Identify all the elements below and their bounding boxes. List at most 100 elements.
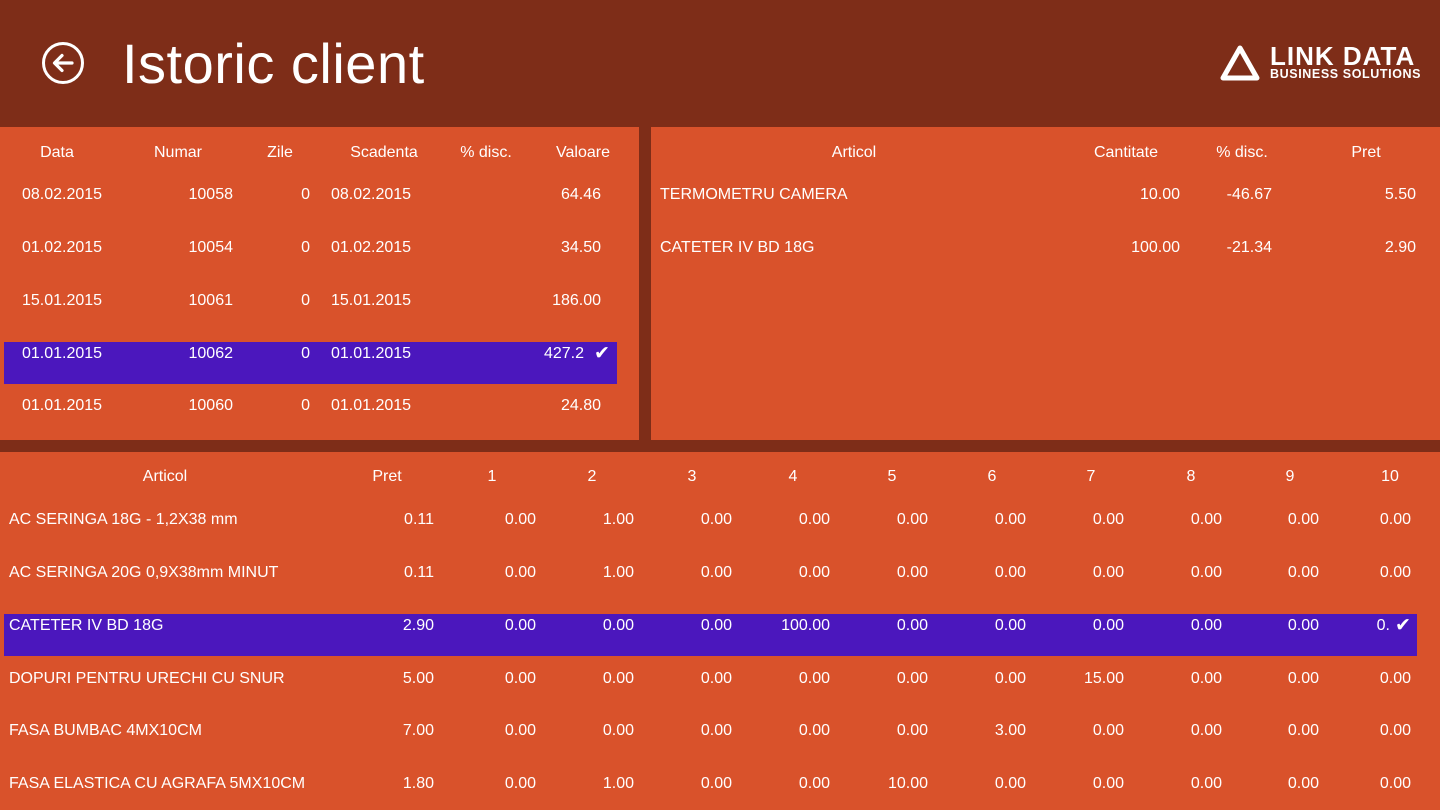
history-period-2-value: 1.00	[602, 511, 634, 528]
history-period-3-value: 0.00	[700, 564, 732, 581]
col-header-articol: Articol	[142, 468, 188, 485]
history-period-2-value: 0.00	[602, 722, 634, 739]
history-period-4-value: 0.00	[798, 775, 830, 792]
history-row-selected[interactable]: CATETER IV BD 18G 2.90 0.00 0.00 0.00 100.00 0…	[4, 614, 1417, 656]
col-header-disc: % disc.	[460, 144, 512, 161]
history-period-10-value: 0.	[1376, 617, 1390, 634]
history-period-8-value: 0.00	[1190, 617, 1222, 634]
invoice-number: 10054	[188, 239, 234, 256]
invoice-due-date: 01.02.2015	[331, 239, 412, 256]
invoice-row[interactable]: 01.01.2015 10060 0 01.01.2015 24.80	[4, 387, 621, 429]
history-item-price: 1.80	[402, 775, 434, 792]
invoice-date: 01.02.2015	[22, 239, 103, 256]
invoice-row-selected[interactable]: 01.01.2015 10062 0 01.01.2015 427.2 ✔	[4, 342, 617, 384]
invoice-items-panel: Articol Cantitate % disc. Pret TERMOMETR…	[651, 127, 1440, 440]
app-header: Istoric client LINK DATA BUSINESS SOLUTI…	[0, 0, 1440, 126]
history-period-5-value: 10.00	[887, 775, 928, 792]
back-button[interactable]	[41, 41, 85, 85]
history-period-3-value: 0.00	[700, 775, 732, 792]
invoice-number: 10061	[188, 292, 234, 309]
history-period-7-value: 0.00	[1092, 564, 1124, 581]
history-period-7-value: 0.00	[1092, 775, 1124, 792]
history-period-4-value: 0.00	[798, 722, 830, 739]
history-period-1-value: 0.00	[504, 775, 536, 792]
history-period-9-value: 0.00	[1287, 775, 1319, 792]
history-item-price: 0.11	[404, 511, 434, 528]
history-row[interactable]: AC SERINGA 18G - 1,2X38 mm 0.11 0.00 1.00 0.…	[4, 500, 1434, 542]
history-period-10-value: 0.00	[1379, 722, 1411, 739]
history-period-7-value: 15.00	[1083, 670, 1124, 687]
item-name: TERMOMETRU CAMERA	[660, 186, 848, 203]
history-period-8-value: 0.00	[1190, 564, 1222, 581]
item-name: CATETER IV BD 18G	[660, 239, 815, 256]
invoice-row[interactable]: 01.02.2015 10054 0 01.02.2015 34.50	[4, 228, 621, 270]
history-period-5-value: 0.00	[896, 564, 928, 581]
col-header-scadenta: Scadenta	[350, 144, 418, 161]
history-period-6-value: 0.00	[994, 564, 1026, 581]
item-discount: -21.34	[1226, 239, 1272, 256]
item-quantity: 10.00	[1139, 186, 1180, 203]
item-quantity: 100.00	[1131, 239, 1180, 256]
history-period-9-value: 0.00	[1287, 564, 1319, 581]
invoice-days: 0	[301, 186, 310, 203]
history-item-price: 7.00	[402, 722, 434, 739]
history-row[interactable]: DOPURI PENTRU URECHI CU SNUR 5.00 0.00 0.00…	[4, 659, 1434, 701]
logo-text: LINK DATA	[1270, 41, 1416, 71]
history-period-9-value: 0.00	[1287, 617, 1319, 634]
history-period-4-value: 0.00	[798, 670, 830, 687]
history-period-6-value: 0.00	[994, 775, 1026, 792]
logo-subtext: BUSINESS SOLUTIONS	[1270, 67, 1422, 81]
history-period-4-value: 0.00	[798, 511, 830, 528]
checkmark-icon: ✔	[594, 343, 610, 364]
history-item-price: 2.90	[402, 617, 434, 634]
invoice-value: 186.00	[552, 292, 601, 309]
history-period-8-value: 0.00	[1190, 511, 1222, 528]
history-period-10-value: 0.00	[1379, 564, 1411, 581]
invoice-value: 34.50	[560, 239, 601, 256]
invoice-row[interactable]: 15.01.2015 10061 0 15.01.2015 186.00	[4, 281, 621, 323]
history-row[interactable]: FASA BUMBAC 4MX10CM 7.00 0.00 0.00 0.00 0.00 0…	[4, 711, 1434, 753]
history-period-5-value: 0.00	[896, 670, 928, 687]
history-period-10-value: 0.00	[1379, 670, 1411, 687]
triangle-logo-icon	[1220, 45, 1260, 81]
invoice-item-row[interactable]: TERMOMETRU CAMERA 10.00 -46.67 5.50	[651, 175, 1440, 217]
history-period-8-value: 0.00	[1190, 670, 1222, 687]
invoice-row[interactable]: 08.02.2015 10058 0 08.02.2015 64.46	[4, 175, 621, 217]
history-row[interactable]: FASA ELASTICA CU AGRAFA 5MX10CM 1.80 0.00 1…	[4, 764, 1434, 806]
history-row[interactable]: AC SERINGA 20G 0,9X38mm MINUT 0.11 0.00 1.0…	[4, 553, 1434, 595]
col-header-articol: Articol	[831, 144, 877, 161]
history-period-2-value: 1.00	[602, 775, 634, 792]
history-period-7-value: 0.00	[1092, 617, 1124, 634]
history-period-5-value: 0.00	[896, 722, 928, 739]
col-header-disc: % disc.	[1216, 144, 1268, 161]
history-period-2-value: 0.00	[602, 617, 634, 634]
history-item-price: 0.11	[404, 564, 434, 581]
history-period-6-value: 3.00	[994, 722, 1026, 739]
invoice-days: 0	[301, 345, 310, 362]
item-price: 5.50	[1384, 186, 1416, 203]
invoice-days: 0	[301, 397, 310, 414]
history-period-3-value: 0.00	[700, 617, 732, 634]
history-item-name: CATETER IV BD 18G	[9, 617, 164, 634]
history-period-4-value: 0.00	[798, 564, 830, 581]
history-period-9-value: 0.00	[1287, 722, 1319, 739]
history-period-10-value: 0.00	[1379, 511, 1411, 528]
history-period-7-value: 0.00	[1092, 722, 1124, 739]
invoice-number: 10060	[188, 397, 234, 414]
invoice-date: 01.01.2015	[22, 397, 103, 414]
col-header-pret: Pret	[1351, 144, 1381, 161]
invoice-item-row[interactable]: CATETER IV BD 18G 100.00 -21.34 2.90	[651, 228, 1440, 270]
history-period-1-value: 0.00	[504, 511, 536, 528]
col-header-period-10: 10	[1381, 468, 1399, 485]
history-period-9-value: 0.00	[1287, 670, 1319, 687]
history-period-1-value: 0.00	[504, 722, 536, 739]
history-period-8-value: 0.00	[1190, 775, 1222, 792]
history-period-2-value: 0.00	[602, 670, 634, 687]
history-period-5-value: 0.00	[896, 617, 928, 634]
history-item-name: AC SERINGA 18G - 1,2X38 mm	[9, 511, 238, 528]
arrow-left-circle-icon	[42, 42, 84, 84]
invoice-date: 01.01.2015	[22, 345, 103, 362]
history-period-6-value: 0.00	[994, 511, 1026, 528]
col-header-pret: Pret	[372, 468, 402, 485]
invoice-date: 08.02.2015	[22, 186, 103, 203]
